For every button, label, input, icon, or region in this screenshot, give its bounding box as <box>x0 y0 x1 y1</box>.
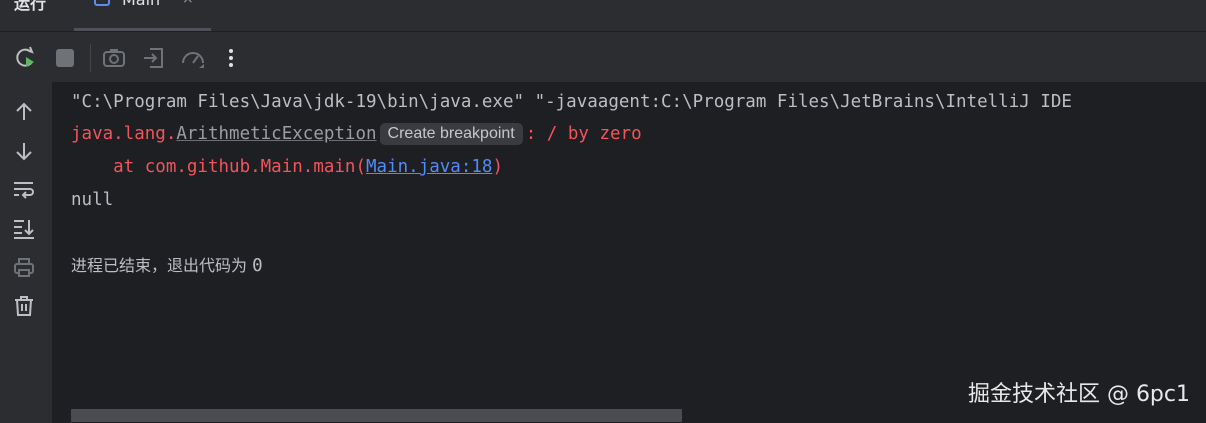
toolbar-separator <box>90 44 91 72</box>
close-icon[interactable]: × <box>182 0 194 7</box>
arrow-up-icon[interactable] <box>12 100 36 124</box>
tool-window-header: 运行 Main × <box>0 0 1206 32</box>
command-line-text: "C:\Program Files\Java\jdk-19\bin\java.e… <box>71 92 1072 112</box>
exception-prefix: java.lang. <box>71 124 177 144</box>
stack-trace-suffix: ) <box>492 157 503 177</box>
soft-wrap-icon[interactable] <box>12 178 36 202</box>
screenshot-icon[interactable] <box>100 44 128 72</box>
tab-label: Main <box>122 0 160 9</box>
run-toolbar <box>0 32 1206 82</box>
console-side-toolbar <box>0 82 52 423</box>
rerun-icon[interactable] <box>12 44 40 72</box>
scroll-to-end-icon[interactable] <box>12 216 36 240</box>
watermark: 掘金技术社区 @ 6pc1 <box>967 382 1190 407</box>
print-icon[interactable] <box>12 255 36 279</box>
horizontal-scrollbar[interactable] <box>71 409 682 422</box>
trash-icon[interactable] <box>12 294 36 318</box>
output-null: null <box>71 190 114 210</box>
console-output[interactable]: "C:\Program Files\Java\jdk-19\bin\java.e… <box>52 82 1206 423</box>
stop-icon[interactable] <box>51 44 79 72</box>
create-breakpoint-button[interactable]: Create breakpoint <box>379 123 523 145</box>
application-icon <box>94 0 110 6</box>
run-tool-window-title: 运行 <box>14 0 47 13</box>
exit-message: 进程已结束，退出代码为 <box>71 256 253 275</box>
exception-line: java.lang.ArithmeticException Create brea… <box>71 123 642 145</box>
arrow-down-icon[interactable] <box>12 139 36 163</box>
stack-trace-prefix: at com.github.Main.main( <box>71 157 367 177</box>
exit-code: 0 <box>252 256 263 276</box>
active-tab-indicator <box>74 28 211 31</box>
source-location-link[interactable]: Main.java:18 <box>366 157 492 177</box>
profiler-icon[interactable] <box>179 44 207 72</box>
stack-trace-line: at com.github.Main.main(Main.java:18) <box>71 156 503 178</box>
exception-class-link[interactable]: ArithmeticException <box>176 124 376 144</box>
restore-layout-icon[interactable] <box>140 44 168 72</box>
exception-message: : / by zero <box>525 124 642 144</box>
exit-message-line: 进程已结束，退出代码为 0 <box>71 255 263 277</box>
more-icon[interactable] <box>218 44 246 72</box>
tab-main[interactable]: Main × <box>74 0 211 31</box>
